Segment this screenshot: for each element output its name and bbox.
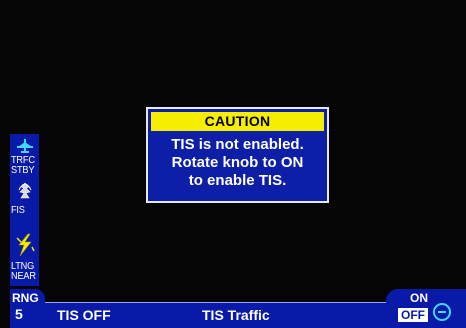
mfd-screen: TRFC STBY FIS LTNG NEAR CAUTION TIS is n… (0, 0, 466, 328)
caution-header: CAUTION (151, 112, 324, 131)
side-label-near: NEAR (11, 271, 36, 282)
knob-off-label: OFF (398, 308, 428, 322)
tis-knob-indicator: ON OFF (386, 289, 466, 328)
side-status-panel: TRFC STBY FIS LTNG NEAR (10, 134, 39, 286)
range-indicator: RNG 5 (10, 289, 45, 328)
knob-on-label: ON (410, 291, 428, 305)
side-label-fis: FIS (11, 205, 25, 216)
page-mode-title: TIS Traffic (202, 307, 270, 323)
rotate-knob-icon (432, 302, 452, 326)
caution-message-line-1: TIS is not enabled. (171, 136, 304, 153)
side-label-stby: STBY (11, 165, 35, 176)
fis-icon (13, 180, 36, 202)
caution-message-line-3: to enable TIS. (188, 172, 287, 189)
range-label: RNG (12, 291, 39, 305)
airplane-icon (13, 138, 36, 154)
tis-status-text: TIS OFF (57, 307, 111, 323)
lightning-icon (13, 232, 36, 258)
caution-dialog: CAUTION TIS is not enabled. Rotate knob … (146, 107, 329, 203)
range-value: 5 (15, 306, 23, 322)
caution-message-line-2: Rotate knob to ON (171, 154, 304, 171)
